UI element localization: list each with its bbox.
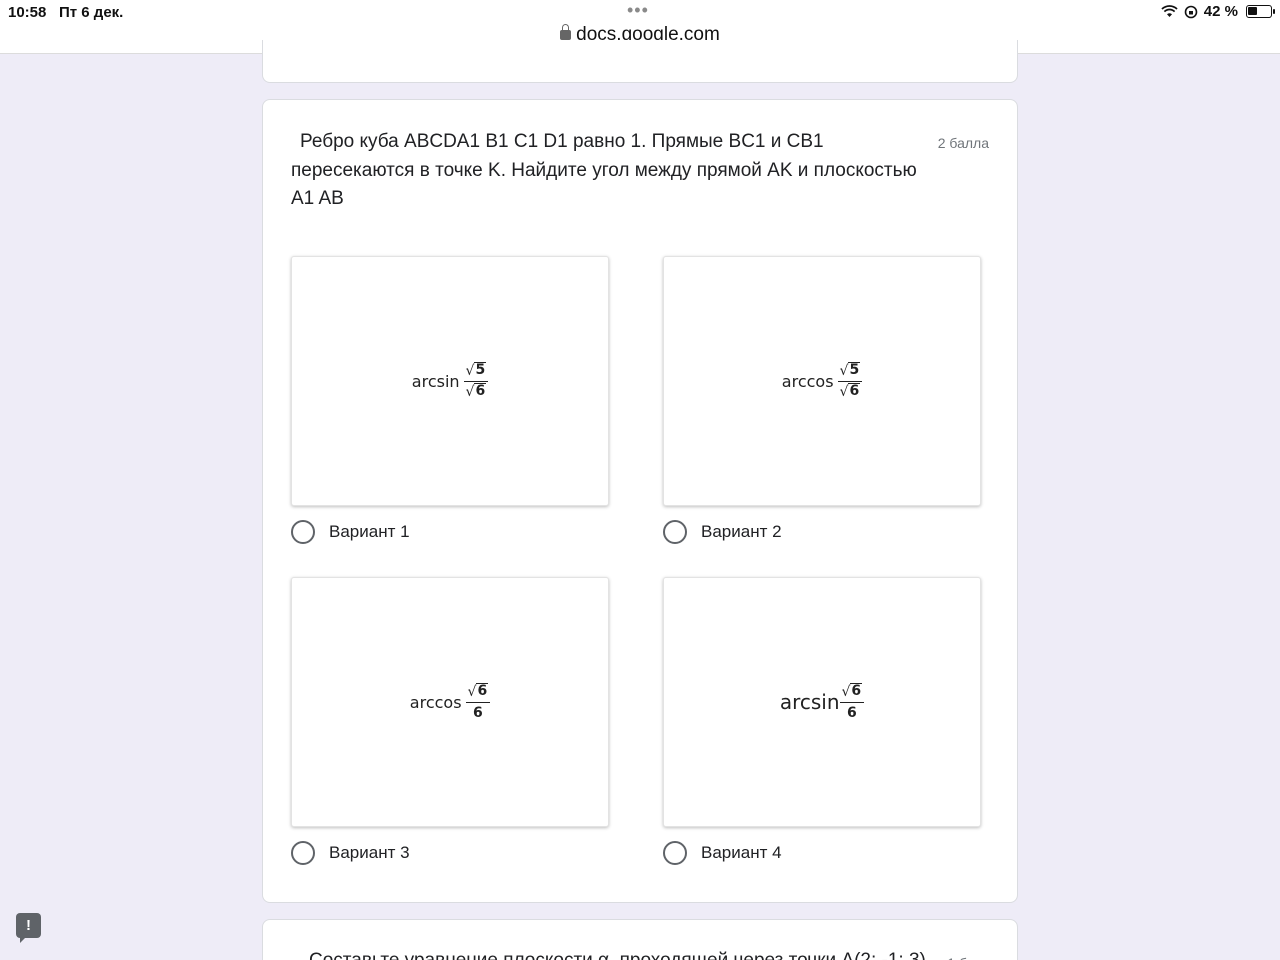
denominator: 6 (472, 704, 483, 721)
option-label[interactable]: Вариант 3 (329, 843, 410, 863)
formula-function: arcsin (411, 371, 460, 391)
formula: arcsin √ 6 6 (779, 682, 865, 722)
formula-function: arccos (781, 371, 834, 391)
feedback-icon[interactable]: ! (16, 913, 41, 943)
lock-icon (560, 24, 572, 40)
sqrt-sign: √ 6 (841, 682, 863, 700)
question-text: Ребро куба ABCDA1 B1 C1 D1 равно 1. Прям… (291, 131, 917, 209)
sqrt-sign: √ 6 (839, 382, 861, 400)
option-1[interactable]: arcsin √ 5 √ 6 Вариант 1 (291, 256, 609, 544)
status-date: Пт 6 дек. (59, 4, 124, 21)
option-image[interactable]: arccos √ 6 6 (291, 577, 609, 827)
question-card: Ребро куба ABCDA1 B1 C1 D1 равно 1. Прям… (262, 99, 1018, 903)
option-3[interactable]: arccos √ 6 6 Вариант 3 (291, 577, 609, 865)
option-radio-row[interactable]: Вариант 2 (663, 520, 981, 544)
wifi-icon (1161, 5, 1178, 17)
denominator: 6 (848, 382, 861, 399)
formula: arccos √ 6 6 (409, 682, 491, 722)
radio-button[interactable] (663, 841, 687, 865)
next-question-points: 1 б (947, 955, 967, 960)
next-question-card: Составьте уравнение плоскости α, проходя… (262, 919, 1018, 960)
sqrt-sign: √ 5 (839, 361, 861, 379)
battery-icon (1246, 5, 1275, 18)
battery-percent: 42 % (1203, 3, 1238, 20)
more-dots-icon[interactable]: ••• (627, 0, 649, 21)
next-question-text: Составьте уравнение плоскости α, проходя… (309, 950, 926, 960)
denominator: 6 (846, 704, 857, 721)
option-4[interactable]: arcsin √ 6 6 Вариант 4 (663, 577, 981, 865)
sqrt-sign: √ 6 (465, 382, 487, 400)
fraction: √ 6 6 (465, 682, 491, 722)
question-points: 2 балла (937, 135, 989, 151)
fraction: √ 6 6 (839, 682, 865, 722)
rotation-lock-icon (1184, 5, 1198, 18)
formula-function: arccos (409, 692, 462, 712)
radio-button[interactable] (663, 520, 687, 544)
option-radio-row[interactable]: Вариант 1 (291, 520, 609, 544)
fraction: √ 5 √ 6 (463, 361, 489, 401)
option-label[interactable]: Вариант 4 (701, 843, 782, 863)
formula: arccos √ 5 √ 6 (781, 361, 863, 401)
numerator: 6 (476, 682, 489, 699)
option-image[interactable]: arccos √ 5 √ 6 (663, 256, 981, 506)
numerator: 5 (848, 361, 861, 378)
numerator: 5 (474, 361, 487, 378)
option-radio-row[interactable]: Вариант 4 (663, 841, 981, 865)
previous-question-card (262, 40, 1018, 83)
formula: arcsin √ 5 √ 6 (411, 361, 489, 401)
denominator: 6 (474, 382, 487, 399)
sqrt-sign: √ 5 (465, 361, 487, 379)
radio-button[interactable] (291, 841, 315, 865)
option-2[interactable]: arccos √ 5 √ 6 Вариант 2 (663, 256, 981, 544)
radio-button[interactable] (291, 520, 315, 544)
option-image[interactable]: arcsin √ 6 6 (663, 577, 981, 827)
fraction: √ 5 √ 6 (837, 361, 863, 401)
numerator: 6 (850, 682, 863, 699)
status-indicators: 42 % (1161, 3, 1275, 20)
formula-function: arcsin (779, 690, 840, 714)
status-time: 10:58 (8, 4, 47, 21)
option-label[interactable]: Вариант 1 (329, 522, 410, 542)
sqrt-sign: √ 6 (467, 682, 489, 700)
option-radio-row[interactable]: Вариант 3 (291, 841, 609, 865)
option-image[interactable]: arcsin √ 5 √ 6 (291, 256, 609, 506)
option-label[interactable]: Вариант 2 (701, 522, 782, 542)
